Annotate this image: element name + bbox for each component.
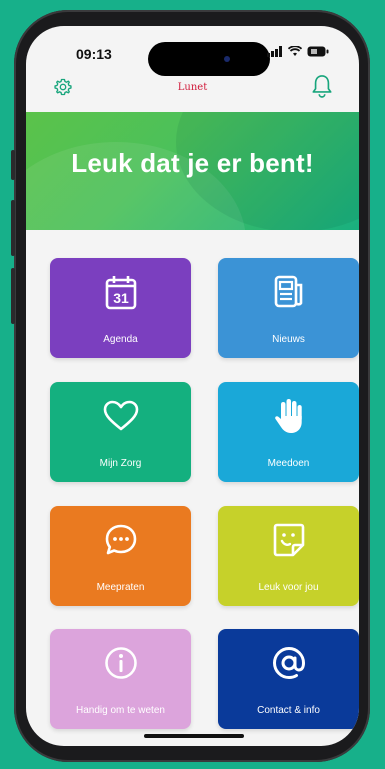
- tile-leuk-voor-jou[interactable]: Leuk voor jou: [218, 506, 359, 606]
- heart-icon: [103, 400, 138, 431]
- side-button: [11, 150, 15, 180]
- battery-icon: [307, 46, 329, 57]
- status-time: 09:13: [76, 46, 112, 62]
- notifications-button[interactable]: [311, 74, 333, 103]
- status-bar: 09:13: [26, 26, 359, 76]
- tile-label: Meedoen: [267, 458, 310, 469]
- tile-mijn-zorg[interactable]: Mijn Zorg: [50, 382, 191, 482]
- signal-icon: [267, 46, 282, 57]
- tile-label: Contact & info: [257, 705, 320, 716]
- tile-label: Meepraten: [96, 582, 145, 593]
- status-icons: [267, 46, 329, 57]
- newspaper-icon: [274, 275, 302, 308]
- home-indicator[interactable]: [144, 734, 244, 738]
- tile-contact-info[interactable]: Contact & info: [218, 629, 359, 729]
- info-icon: [104, 647, 137, 679]
- tile-nieuws[interactable]: Nieuws: [218, 258, 359, 358]
- volume-up-button: [11, 200, 15, 256]
- hand-icon: [274, 399, 302, 433]
- calendar-day: 31: [113, 290, 129, 306]
- at-icon: [272, 646, 305, 680]
- tile-label: Mijn Zorg: [99, 458, 142, 469]
- tile-meedoen[interactable]: Meedoen: [218, 382, 359, 482]
- sticker-icon: [273, 523, 304, 557]
- app-screen: 09:13 Lunet Leuk dat je er bent! 31 Agen…: [26, 26, 359, 746]
- tile-label: Agenda: [103, 334, 138, 345]
- app-header: Lunet: [26, 72, 359, 112]
- app-logo: Lunet: [177, 82, 208, 93]
- tile-agenda[interactable]: 31 Agenda: [50, 258, 191, 358]
- welcome-title: Leuk dat je er bent!: [71, 148, 314, 178]
- wifi-icon: [288, 46, 302, 56]
- tile-label: Handig om te weten: [76, 705, 165, 716]
- welcome-banner: Leuk dat je er bent!: [26, 112, 359, 230]
- calendar-icon: 31: [105, 276, 136, 310]
- tile-handig-om-te-weten[interactable]: Handig om te weten: [50, 629, 191, 729]
- volume-down-button: [11, 268, 15, 324]
- tile-meepraten[interactable]: Meepraten: [50, 506, 191, 606]
- bell-icon: [312, 75, 332, 98]
- tile-label: Nieuws: [272, 334, 305, 345]
- chat-icon: [105, 524, 136, 555]
- dynamic-island: [148, 42, 270, 76]
- tile-label: Leuk voor jou: [258, 582, 319, 593]
